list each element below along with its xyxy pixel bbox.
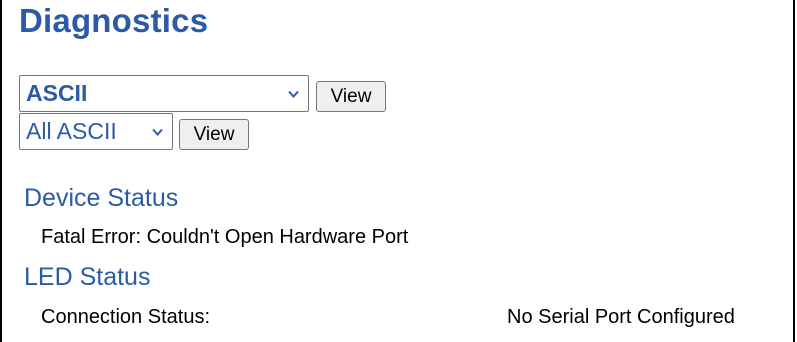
page-title: Diagnostics xyxy=(19,2,209,39)
chevron-down-icon xyxy=(288,90,299,98)
filter-select[interactable]: All ASCII xyxy=(19,113,173,150)
device-status-heading: Device Status xyxy=(24,184,179,212)
connection-status-value: No Serial Port Configured xyxy=(507,306,735,328)
led-status-heading: LED Status xyxy=(24,263,151,291)
connection-status-label: Connection Status: xyxy=(41,306,210,328)
view-filter-button[interactable]: View xyxy=(179,119,249,150)
device-status-message: Fatal Error: Couldn't Open Hardware Port xyxy=(41,226,409,248)
filter-select-value: All ASCII xyxy=(26,118,117,144)
view-button[interactable]: View xyxy=(316,81,386,112)
protocol-select-value: ASCII xyxy=(26,80,88,106)
chevron-down-icon xyxy=(152,128,163,136)
protocol-select[interactable]: ASCII xyxy=(19,75,309,112)
